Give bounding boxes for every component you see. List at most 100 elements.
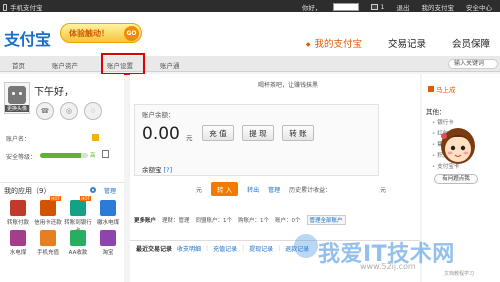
cert-icon[interactable]: ♢ bbox=[84, 102, 102, 120]
phone-verify-icon[interactable]: ☎ bbox=[36, 102, 54, 120]
document-icon[interactable] bbox=[102, 150, 109, 158]
app-item[interactable]: 淘宝 bbox=[94, 230, 122, 256]
yuebao-manage-link[interactable]: 管理 bbox=[268, 185, 280, 194]
nav-my-alipay[interactable]: 我的支付宝 bbox=[306, 36, 362, 50]
promo-icon bbox=[428, 86, 434, 92]
cartoon-girl-icon[interactable] bbox=[438, 124, 478, 170]
sub-nav: 首页 账户资产 账户设置 账户通 输入关键词 bbox=[0, 56, 500, 72]
news-text[interactable]: 喝杯茶吧，让赚钱抹黑 bbox=[258, 80, 318, 89]
more-accounts-item[interactable]: 同盟账户：1个 bbox=[196, 216, 233, 224]
app-item[interactable]: AA收款 bbox=[64, 230, 92, 256]
more-accounts-item[interactable]: 购账户：1个 bbox=[238, 216, 269, 224]
balance-value: 0.00 bbox=[142, 124, 180, 144]
apps-title: 我的应用（9） bbox=[4, 187, 51, 195]
recent-link[interactable]: 提现记录 bbox=[249, 244, 273, 253]
app-label: AA收款 bbox=[68, 250, 88, 256]
avatar[interactable]: 更换头像 bbox=[4, 82, 30, 114]
watermark-logo-icon bbox=[294, 234, 318, 258]
app-icon bbox=[70, 230, 86, 246]
app-label: 缴水电煤 bbox=[96, 220, 119, 226]
search-input[interactable]: 输入关键词 bbox=[448, 59, 498, 69]
mail-button[interactable]: 1 bbox=[371, 3, 385, 11]
more-accounts-row: 更多账户 理财：管理 同盟账户：1个 购账户：1个 账户：0个 管理全部账户 bbox=[134, 214, 424, 226]
header: 支付宝 体验触动！ GO 我的支付宝 交易记录 会员保障 bbox=[0, 12, 500, 56]
security-level-value: 高 bbox=[90, 153, 96, 159]
app-item[interactable]: 手机充值 bbox=[34, 230, 62, 256]
recharge-button[interactable]: 充 值 bbox=[202, 125, 234, 141]
alipay-logo[interactable]: 支付宝 bbox=[4, 26, 51, 50]
app-icon bbox=[100, 200, 116, 216]
app-icon bbox=[10, 230, 26, 246]
hot-badge: HOT bbox=[80, 196, 91, 201]
yuebao-label: 余额宝 [?] bbox=[142, 166, 173, 174]
afternoon-greeting: 下午好， bbox=[34, 87, 74, 98]
security-center-link[interactable]: 安全中心 bbox=[466, 2, 492, 12]
manage-all-accounts-button[interactable]: 管理全部账户 bbox=[306, 215, 346, 225]
app-label: 信用卡还款 bbox=[34, 220, 62, 226]
security-progress-bar bbox=[40, 153, 88, 158]
main-nav: 我的支付宝 交易记录 会员保障 bbox=[306, 36, 490, 50]
watermark-url: www.52ij.com bbox=[360, 262, 416, 271]
account-name-label: 账户名： bbox=[6, 136, 31, 143]
app-icon bbox=[10, 200, 26, 216]
yuebao-help-link[interactable]: [?] bbox=[164, 166, 173, 174]
others-title: 其他： bbox=[426, 108, 446, 116]
logout-link[interactable]: 退出 bbox=[397, 2, 410, 12]
app-icon: HOT bbox=[40, 196, 61, 216]
apps-header: 我的应用（9） 管理 bbox=[0, 182, 124, 196]
transfer-button[interactable]: 转 账 bbox=[282, 125, 314, 141]
app-icon: HOT bbox=[70, 196, 91, 216]
top-bar: 手机支付宝 你好， 1 退出 我的支付宝 安全中心 bbox=[0, 0, 500, 12]
app-icon bbox=[40, 230, 56, 246]
apps-manage-link[interactable]: 管理 bbox=[104, 186, 116, 195]
withdraw-button[interactable]: 提 现 bbox=[242, 125, 274, 141]
app-label: 手机充值 bbox=[36, 250, 59, 256]
tab-assets[interactable]: 账户资产 bbox=[52, 60, 78, 70]
tab-account-link[interactable]: 账户通 bbox=[160, 60, 180, 70]
yuebao-unit: 元 bbox=[196, 186, 203, 194]
nav-transactions[interactable]: 交易记录 bbox=[388, 36, 426, 50]
recent-link[interactable]: 充值记录 bbox=[213, 244, 237, 253]
greeting-label: 你好， bbox=[301, 4, 322, 12]
balance-unit: 元 bbox=[186, 134, 193, 142]
app-label: 转账付款 bbox=[6, 220, 29, 226]
gear-icon[interactable] bbox=[90, 187, 96, 193]
app-item[interactable]: HOT转账到银行卡 bbox=[64, 196, 92, 234]
app-icon bbox=[100, 230, 116, 246]
recent-title: 最近交易记录 bbox=[136, 246, 173, 253]
highlight-box bbox=[101, 53, 145, 75]
help-button[interactable]: 有问题点我 bbox=[434, 174, 478, 184]
mail-icon bbox=[371, 4, 379, 10]
gold-member-icon bbox=[92, 134, 99, 141]
slogan-banner[interactable]: 体验触动！ GO bbox=[60, 23, 142, 43]
phone-icon bbox=[3, 3, 7, 11]
hot-badge: HOT bbox=[50, 196, 61, 201]
more-accounts-label: 更多账户 bbox=[134, 218, 157, 224]
id-verify-icon[interactable]: ◎ bbox=[60, 102, 78, 120]
yuebao-in-button[interactable]: 转 入 bbox=[211, 182, 239, 196]
promo-link[interactable]: 马上成 bbox=[428, 84, 456, 94]
watermark-small: 文档教程学习 bbox=[444, 271, 475, 277]
avatar-icon bbox=[8, 86, 26, 104]
app-item[interactable]: HOT 信用卡还款 bbox=[34, 196, 62, 226]
mobile-alipay-link[interactable]: 手机支付宝 bbox=[3, 2, 43, 12]
change-avatar-label: 更换头像 bbox=[5, 105, 29, 112]
left-column: 更换头像 下午好， ☎ ◎ ♢ 账户名： 安全等级： 高 我的应用（9） 管理 … bbox=[0, 74, 124, 282]
more-accounts-item[interactable]: 理财：管理 bbox=[162, 216, 190, 224]
security-level-label: 安全等级： bbox=[6, 154, 37, 161]
yuebao-history-unit: 元 bbox=[380, 186, 387, 194]
yuebao-row: 元 转 入 转出 管理 历史累计收益： 元 bbox=[196, 182, 386, 196]
recent-link[interactable]: 收支明细 bbox=[177, 244, 201, 253]
app-item[interactable]: 转账付款 bbox=[4, 200, 32, 226]
go-badge: GO bbox=[124, 26, 139, 41]
app-label: 水电煤 bbox=[9, 250, 27, 256]
tab-home[interactable]: 首页 bbox=[12, 60, 25, 70]
app-item[interactable]: 水电煤 bbox=[4, 230, 32, 256]
app-label: 淘宝 bbox=[102, 250, 114, 256]
security-progress-fill bbox=[40, 153, 81, 158]
app-item[interactable]: 缴水电煤 bbox=[94, 200, 122, 226]
nav-protection[interactable]: 会员保障 bbox=[452, 36, 490, 50]
yuebao-out-link[interactable]: 转出 bbox=[247, 185, 259, 194]
my-alipay-link[interactable]: 我的支付宝 bbox=[422, 2, 455, 12]
more-accounts-item[interactable]: 账户：0个 bbox=[275, 216, 301, 224]
